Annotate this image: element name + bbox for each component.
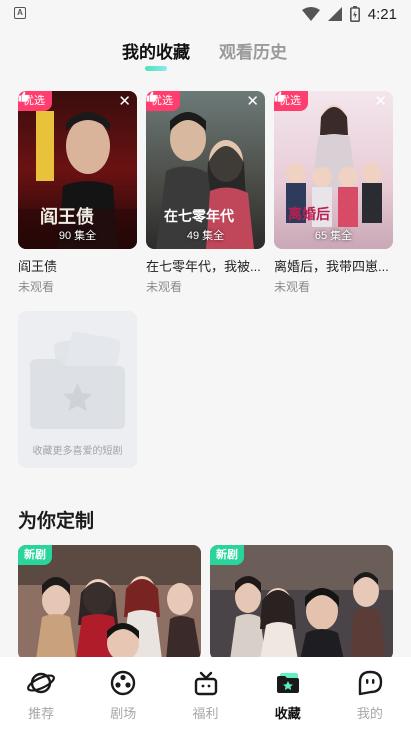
active-tab-indicator — [145, 66, 167, 71]
drama-title[interactable]: 在七零年代，我被... — [146, 256, 265, 275]
premium-badge: 优选 — [18, 91, 52, 111]
tab-favorites[interactable]: 我的收藏 — [122, 38, 190, 63]
thumbs-up-icon — [18, 91, 29, 102]
remove-icon[interactable]: ✕ — [246, 94, 259, 109]
poster-image[interactable]: 离婚后 优选 ✕ 65 集全 — [274, 91, 393, 249]
svg-text:在七零年代: 在七零年代 — [164, 208, 234, 225]
drama-title[interactable]: 阎王债 — [18, 256, 137, 275]
recommend-card[interactable]: 新剧 — [18, 545, 201, 660]
svg-text:离婚后: 离婚后 — [288, 206, 330, 223]
poster-image[interactable]: 在七零年代 优选 ✕ 49 集全 — [146, 91, 265, 249]
watch-status: 未观看 — [274, 280, 311, 294]
watch-status: 未观看 — [18, 280, 55, 294]
nav-favorites[interactable]: 收藏 — [247, 657, 329, 730]
poster-art: 阎王债 — [18, 91, 137, 249]
favorite-card[interactable]: 离婚后 优选 ✕ 65 集全 离婚后，我带四崽... 未观看 — [274, 91, 393, 295]
episode-count: 49 集全 — [186, 230, 225, 242]
favorite-card[interactable]: 在七零年代 优选 ✕ 49 集全 在七零年代，我被... 未观看 — [146, 91, 265, 295]
nav-recommend[interactable]: 推荐 — [0, 657, 82, 730]
film-reel-icon — [111, 670, 136, 696]
tab-watch-history[interactable]: 观看历史 — [219, 38, 287, 63]
status-bar: A 4:21 — [0, 0, 411, 28]
nav-profile[interactable]: 我的 — [329, 657, 411, 730]
drama-title[interactable]: 离婚后，我带四崽... — [274, 256, 393, 275]
remove-icon[interactable]: ✕ — [118, 94, 131, 109]
nav-label: 推荐 — [28, 706, 55, 721]
recommend-section-title: 为你定制 — [18, 511, 95, 532]
poster-image[interactable]: 阎王债 优选 ✕ 90 集全 — [18, 91, 137, 249]
planet-icon — [27, 672, 56, 694]
episode-count: 90 集全 — [58, 230, 97, 242]
remove-icon[interactable]: ✕ — [374, 94, 387, 109]
svg-text:阎王债: 阎王债 — [40, 206, 94, 228]
new-drama-badge: 新剧 — [210, 545, 244, 565]
wifi-icon — [301, 7, 320, 21]
battery-icon — [349, 6, 360, 22]
recommend-card[interactable]: 新剧 — [210, 545, 393, 660]
poster-art: 在七零年代 — [146, 91, 265, 249]
poster-art: 离婚后 — [274, 91, 393, 249]
premium-badge: 优选 — [274, 91, 308, 111]
thumbs-up-icon — [274, 91, 285, 102]
favorite-card[interactable]: 阎王债 优选 ✕ 90 集全 阎王债 未观看 — [18, 91, 137, 295]
folder-star-icon — [276, 673, 299, 693]
status-icons: 4:21 — [301, 4, 397, 24]
nav-label: 剧场 — [110, 706, 137, 721]
chat-face-icon — [358, 670, 383, 696]
signal-icon — [327, 7, 342, 21]
gift-box-icon — [194, 671, 217, 696]
nav-label: 福利 — [192, 706, 219, 721]
watch-status: 未观看 — [146, 280, 183, 294]
clock: 4:21 — [367, 5, 397, 23]
add-favorites-card[interactable]: 收藏更多喜爱的短剧 — [18, 311, 137, 468]
nav-rewards[interactable]: 福利 — [164, 657, 246, 730]
nav-label: 收藏 — [274, 706, 301, 721]
nav-label: 我的 — [356, 706, 383, 721]
nav-theater[interactable]: 剧场 — [82, 657, 164, 730]
premium-badge: 优选 — [146, 91, 180, 111]
top-tabs: 我的收藏 观看历史 — [0, 38, 411, 78]
bottom-nav: 推荐 剧场 福利 收藏 我的 — [0, 657, 411, 730]
empty-folder-star-icon — [30, 331, 125, 429]
app-notification-icon: A — [14, 7, 26, 19]
episode-count: 65 集全 — [314, 230, 353, 242]
new-drama-badge: 新剧 — [18, 545, 52, 565]
thumbs-up-icon — [146, 91, 157, 102]
add-favorites-caption: 收藏更多喜爱的短剧 — [32, 446, 123, 457]
